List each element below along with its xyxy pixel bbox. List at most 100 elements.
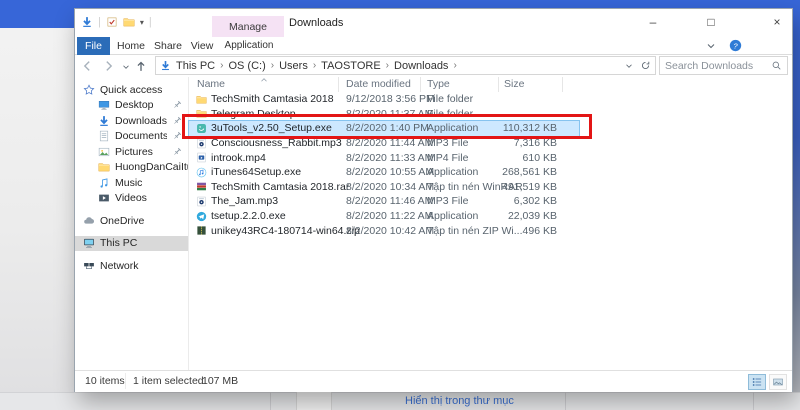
sidebar-item-videos[interactable]: Videos	[75, 191, 188, 207]
breadcrumb-separator-icon[interactable]: ›	[450, 60, 459, 71]
sidebar-item-desktop[interactable]: Desktop	[75, 98, 188, 114]
file-row-itunes64setup-exe[interactable]: iTunes64Setup.exe 8/2/2020 10:55 AM Appl…	[189, 165, 579, 180]
file-type: MP4 File	[427, 151, 469, 164]
file-row-tsetup-2-2-0-exe[interactable]: tsetup.2.2.0.exe 8/2/2020 11:22 AM Appli…	[189, 209, 579, 224]
browser-download-bar	[0, 392, 800, 410]
rar-icon	[196, 181, 207, 192]
file-row-telegram-desktop[interactable]: Telegram Desktop 8/2/2020 11:37 AM File …	[189, 107, 579, 122]
file-name: Consciousness_Rabbit.mp3	[211, 137, 342, 150]
file-row-3utools-v2-50-setup-exe[interactable]: 3uTools_v2.50_Setup.exe 8/2/2020 1:40 PM…	[188, 120, 580, 137]
breadcrumb-taostore[interactable]: TAOSTORE	[319, 60, 383, 72]
details-view-button[interactable]	[748, 374, 766, 390]
videos-icon	[98, 192, 110, 204]
qat-dropdown-icon[interactable]: ▾	[140, 18, 144, 27]
file-type: MP3 File	[427, 195, 469, 208]
file-type: File folder	[427, 107, 474, 120]
show-in-folder-link[interactable]: Hiển thị trong thư mục	[405, 395, 514, 407]
folder-icon	[196, 94, 207, 105]
minimize-button[interactable]: –	[638, 11, 668, 33]
sidebar-item-onedrive[interactable]: OneDrive	[75, 213, 188, 229]
file-size: 491,519 KB	[502, 180, 557, 193]
location-icon	[160, 60, 171, 71]
search-icon[interactable]	[771, 60, 782, 71]
file-name: The_Jam.mp3	[211, 195, 279, 208]
maximize-button[interactable]: □	[696, 11, 726, 33]
sidebar-item-network[interactable]: Network	[75, 258, 188, 274]
file-date-modified: 8/2/2020 11:44 AM	[346, 137, 434, 150]
search-box[interactable]: Search Downloads	[659, 56, 788, 75]
recent-locations-icon[interactable]	[121, 62, 131, 72]
sidebar-item-pictures[interactable]: Pictures	[75, 144, 188, 160]
sidebar-item-music[interactable]: Music	[75, 175, 188, 191]
file-row-consciousness-rabbit-mp3[interactable]: Consciousness_Rabbit.mp3 8/2/2020 11:44 …	[189, 136, 579, 151]
mp4-icon	[196, 152, 207, 163]
file-size: 610 KB	[522, 151, 557, 164]
tab-application-tools[interactable]: Application Tools	[212, 37, 286, 69]
breadcrumb-os-c[interactable]: OS (C:)	[226, 60, 267, 72]
file-size: 7,316 KB	[513, 137, 557, 150]
breadcrumb-separator-icon[interactable]: ›	[310, 60, 319, 71]
file-row-introok-mp4[interactable]: introok.mp4 8/2/2020 11:33 AM MP4 File 6…	[189, 150, 579, 165]
tab-share[interactable]: Share	[151, 37, 185, 55]
help-icon[interactable]: ?	[729, 39, 742, 52]
sidebar-item-this-pc[interactable]: This PC	[75, 235, 188, 251]
sidebar-item-quick-access[interactable]: Quick access	[75, 82, 188, 98]
selection-count: 1 item selected	[133, 375, 204, 387]
close-button[interactable]: ×	[762, 11, 792, 33]
properties-icon[interactable]	[106, 16, 118, 28]
file-date-modified: 8/2/2020 10:34 AM	[346, 180, 435, 193]
breadcrumb-separator-icon[interactable]: ›	[383, 60, 392, 71]
file-name: TechSmith Camtasia 2018	[211, 93, 334, 106]
file-date-modified: 9/12/2018 3:56 PM	[346, 93, 435, 106]
search-placeholder: Search Downloads	[665, 59, 754, 72]
file-date-modified: 8/2/2020 11:33 AM	[346, 151, 434, 164]
address-bar[interactable]: This PC › OS (C:) › Users › TAOSTORE › Downloads…	[155, 56, 656, 75]
file-row-unikey43rc4-180714-win64-zip[interactable]: unikey43RC4-180714-win64.zip 8/2/2020 10…	[189, 223, 579, 238]
svg-text:?: ?	[733, 41, 738, 50]
network-icon	[83, 260, 95, 272]
file-date-modified: 8/2/2020 11:37 AM	[346, 107, 434, 120]
status-bar: 10 items 1 item selected 107 MB	[75, 370, 792, 392]
large-icons-view-button[interactable]	[769, 374, 787, 390]
zip-icon	[196, 225, 207, 236]
tab-home[interactable]: Home	[115, 37, 147, 55]
address-row: This PC › OS (C:) › Users › TAOSTORE › Downloads…	[75, 55, 792, 77]
contextual-tab-group: Manage	[212, 16, 284, 37]
manage-label: Manage	[229, 20, 267, 33]
up-icon[interactable]	[134, 59, 148, 73]
file-row-the-jam-mp3[interactable]: The_Jam.mp3 8/2/2020 11:46 AM MP3 File 6…	[189, 194, 579, 209]
sidebar-item-downloads[interactable]: Downloads	[75, 113, 188, 129]
file-name: Telegram Desktop	[211, 107, 296, 120]
back-icon[interactable]	[80, 59, 94, 73]
pin-icon	[172, 147, 182, 157]
column-header-date-modified[interactable]: Date modified	[339, 77, 421, 92]
column-headers: Name Date modified Type Size	[189, 77, 563, 92]
forward-icon[interactable]	[102, 59, 116, 73]
sidebar-item-documents[interactable]: Documents	[75, 129, 188, 145]
column-header-size[interactable]: Size	[499, 77, 563, 92]
sidebar-item-huongdancaiitune[interactable]: HuongDanCaiItune	[75, 160, 188, 176]
new-folder-icon[interactable]	[123, 16, 135, 28]
tab-file[interactable]: File	[77, 37, 110, 55]
column-header-type[interactable]: Type	[421, 77, 499, 92]
download-bar-divider	[753, 392, 754, 410]
refresh-icon[interactable]	[640, 60, 651, 71]
file-type: MP3 File	[427, 137, 469, 150]
sort-ascending-icon[interactable]	[259, 75, 269, 85]
breadcrumb-users[interactable]: Users	[277, 60, 310, 72]
pin-icon	[172, 100, 182, 110]
file-row-techsmith-camtasia-2018-rar[interactable]: TechSmith Camtasia 2018.rar 8/2/2020 10:…	[189, 180, 579, 195]
file-type: Application	[427, 210, 479, 223]
address-dropdown-icon[interactable]	[624, 61, 634, 71]
downloads-arrow-icon[interactable]	[81, 16, 93, 28]
download-bar-divider	[270, 392, 271, 410]
breadcrumb-this-pc[interactable]: This PC	[174, 60, 217, 72]
breadcrumb-separator-icon[interactable]: ›	[268, 60, 277, 71]
documents-icon	[98, 130, 110, 142]
breadcrumb-downloads[interactable]: Downloads	[392, 60, 450, 72]
large-icons-view-icon	[772, 376, 784, 388]
itunes-icon	[196, 167, 207, 178]
breadcrumb-separator-icon[interactable]: ›	[217, 60, 226, 71]
file-row-techsmith-camtasia-2018[interactable]: TechSmith Camtasia 2018 9/12/2018 3:56 P…	[189, 92, 579, 107]
collapse-ribbon-icon[interactable]	[705, 40, 717, 52]
